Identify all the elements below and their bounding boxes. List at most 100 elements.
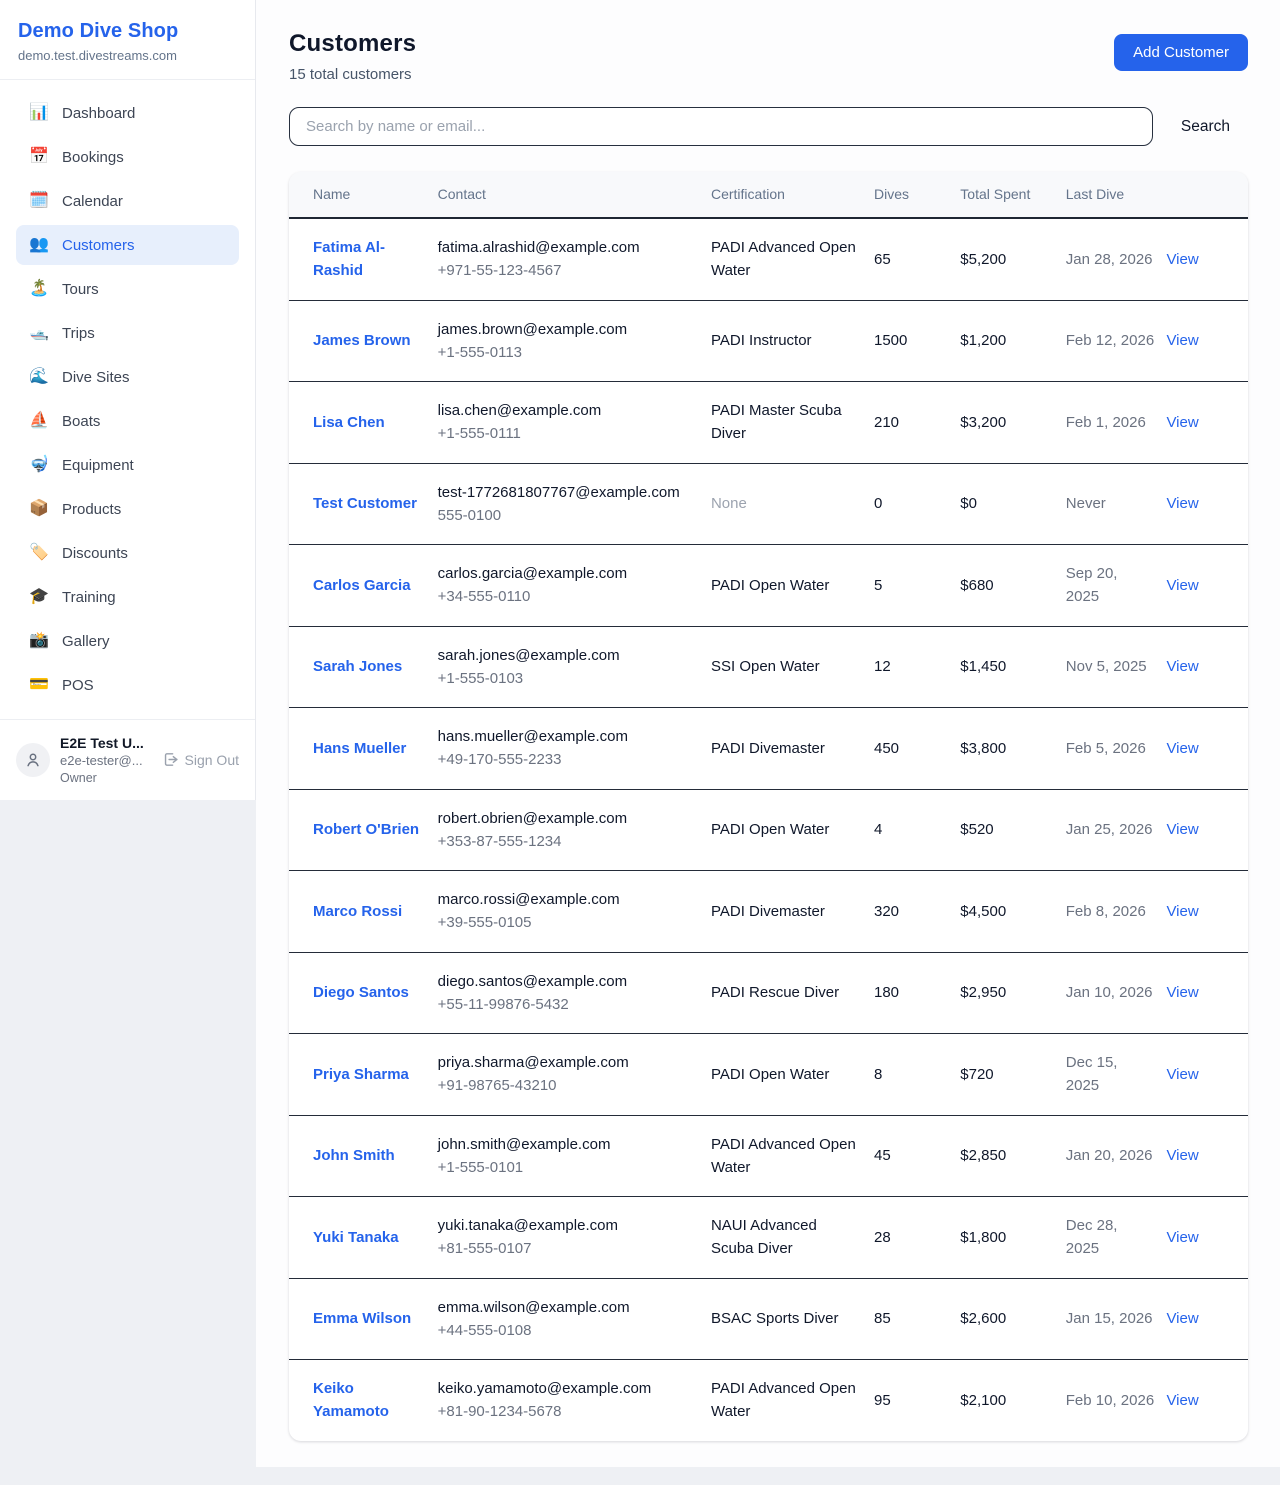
customer-phone: +39-555-0105 bbox=[438, 911, 699, 934]
sidebar-item-calendar[interactable]: 🗓️ Calendar bbox=[16, 181, 239, 221]
island-icon: 🏝️ bbox=[29, 281, 49, 297]
view-link[interactable]: View bbox=[1166, 1066, 1198, 1083]
customer-name-link[interactable]: Keiko Yamamoto bbox=[313, 1377, 426, 1424]
customer-email: test-1772681807767@example.com bbox=[438, 481, 699, 504]
customer-name-link[interactable]: Fatima Al-Rashid bbox=[313, 236, 426, 283]
customer-phone: +1-555-0101 bbox=[438, 1156, 699, 1179]
main-content: Customers 15 total customers Add Custome… bbox=[256, 0, 1280, 1441]
view-link[interactable]: View bbox=[1166, 1310, 1198, 1327]
customer-last-dive: Feb 1, 2026 bbox=[1066, 414, 1146, 431]
customer-certification: PADI Master Scuba Diver bbox=[711, 402, 842, 442]
add-customer-button[interactable]: Add Customer bbox=[1114, 34, 1248, 71]
search-button[interactable]: Search bbox=[1181, 118, 1230, 136]
table-row: Priya Sharma priya.sharma@example.com +9… bbox=[289, 1034, 1248, 1116]
sidebar-item-dive-sites[interactable]: 🌊 Dive Sites bbox=[16, 357, 239, 397]
customer-email: james.brown@example.com bbox=[438, 318, 699, 341]
customer-name-link[interactable]: Robert O'Brien bbox=[313, 818, 419, 841]
customer-dives: 45 bbox=[874, 1147, 891, 1164]
page-title: Customers bbox=[289, 30, 416, 58]
customer-certification: SSI Open Water bbox=[711, 658, 820, 675]
table-row: Test Customer test-1772681807767@example… bbox=[289, 463, 1248, 545]
view-link[interactable]: View bbox=[1166, 740, 1198, 757]
customer-dives: 85 bbox=[874, 1310, 891, 1327]
customers-table-card: NameContactCertificationDivesTotal Spent… bbox=[289, 172, 1248, 1441]
table-row: Lisa Chen lisa.chen@example.com +1-555-0… bbox=[289, 382, 1248, 464]
sidebar-nav: 📊 Dashboard 📅 Bookings 🗓️ Calendar 👥 Cus… bbox=[0, 80, 255, 719]
column-header-actions bbox=[1166, 172, 1248, 218]
customer-total-spent: $0 bbox=[960, 495, 977, 512]
sailboat-icon: ⛵ bbox=[29, 413, 49, 429]
view-link[interactable]: View bbox=[1166, 332, 1198, 349]
customer-dives: 12 bbox=[874, 658, 891, 675]
package-icon: 📦 bbox=[29, 501, 49, 517]
sidebar-item-label: Gallery bbox=[62, 633, 110, 650]
sidebar-item-discounts[interactable]: 🏷️ Discounts bbox=[16, 533, 239, 573]
sidebar-item-customers[interactable]: 👥 Customers bbox=[16, 225, 239, 265]
view-link[interactable]: View bbox=[1166, 1147, 1198, 1164]
customer-dives: 320 bbox=[874, 903, 899, 920]
user-info: E2E Test U... e2e-tester@... Owner bbox=[60, 734, 152, 786]
customer-name-link[interactable]: Test Customer bbox=[313, 492, 417, 515]
customer-last-dive: Feb 8, 2026 bbox=[1066, 903, 1146, 920]
user-role: Owner bbox=[60, 770, 152, 787]
customer-total-spent: $2,600 bbox=[960, 1310, 1006, 1327]
customer-name-link[interactable]: Priya Sharma bbox=[313, 1063, 409, 1086]
sign-out-button[interactable]: Sign Out bbox=[162, 751, 239, 768]
table-row: Diego Santos diego.santos@example.com +5… bbox=[289, 952, 1248, 1034]
customer-last-dive: Jan 25, 2026 bbox=[1066, 821, 1153, 838]
sidebar-item-label: Calendar bbox=[62, 193, 123, 210]
sidebar-item-gallery[interactable]: 📸 Gallery bbox=[16, 621, 239, 661]
view-link[interactable]: View bbox=[1166, 658, 1198, 675]
customer-email: lisa.chen@example.com bbox=[438, 399, 699, 422]
view-link[interactable]: View bbox=[1166, 414, 1198, 431]
customer-name-link[interactable]: Emma Wilson bbox=[313, 1307, 411, 1330]
person-icon bbox=[24, 751, 42, 769]
customer-name-link[interactable]: Hans Mueller bbox=[313, 737, 406, 760]
view-link[interactable]: View bbox=[1166, 251, 1198, 268]
view-link[interactable]: View bbox=[1166, 577, 1198, 594]
customer-name-link[interactable]: Diego Santos bbox=[313, 981, 409, 1004]
view-link[interactable]: View bbox=[1166, 903, 1198, 920]
view-link[interactable]: View bbox=[1166, 495, 1198, 512]
page-header: Customers 15 total customers Add Custome… bbox=[289, 30, 1248, 83]
table-row: Fatima Al-Rashid fatima.alrashid@example… bbox=[289, 218, 1248, 300]
graduation-cap-icon: 🎓 bbox=[29, 589, 49, 605]
customer-dives: 210 bbox=[874, 414, 899, 431]
customer-certification: None bbox=[711, 495, 747, 512]
customer-phone: +1-555-0111 bbox=[438, 422, 699, 445]
customer-name-link[interactable]: James Brown bbox=[313, 329, 411, 352]
customer-phone: +55-11-99876-5432 bbox=[438, 993, 699, 1016]
view-link[interactable]: View bbox=[1166, 821, 1198, 838]
customer-name-link[interactable]: Carlos Garcia bbox=[313, 574, 411, 597]
sidebar-item-products[interactable]: 📦 Products bbox=[16, 489, 239, 529]
customer-last-dive: Jan 15, 2026 bbox=[1066, 1310, 1153, 1327]
sidebar-item-trips[interactable]: 🛥️ Trips bbox=[16, 313, 239, 353]
customer-name-link[interactable]: Marco Rossi bbox=[313, 900, 402, 923]
customer-name-link[interactable]: Yuki Tanaka bbox=[313, 1226, 399, 1249]
app-window: Demo Dive Shop demo.test.divestreams.com… bbox=[0, 0, 1280, 1485]
column-header-name: Name bbox=[289, 172, 438, 218]
customer-name-link[interactable]: Lisa Chen bbox=[313, 411, 385, 434]
people-icon: 👥 bbox=[29, 237, 49, 253]
customer-certification: PADI Open Water bbox=[711, 1066, 829, 1083]
table-row: Keiko Yamamoto keiko.yamamoto@example.co… bbox=[289, 1360, 1248, 1441]
sidebar-item-bookings[interactable]: 📅 Bookings bbox=[16, 137, 239, 177]
customer-name-link[interactable]: John Smith bbox=[313, 1144, 395, 1167]
sidebar-item-label: Trips bbox=[62, 325, 95, 342]
view-link[interactable]: View bbox=[1166, 984, 1198, 1001]
sidebar-item-pos[interactable]: 💳 POS bbox=[16, 665, 239, 705]
sidebar-item-dashboard[interactable]: 📊 Dashboard bbox=[16, 93, 239, 133]
sidebar-item-tours[interactable]: 🏝️ Tours bbox=[16, 269, 239, 309]
sidebar-item-label: POS bbox=[62, 677, 94, 694]
search-input[interactable] bbox=[289, 107, 1153, 146]
view-link[interactable]: View bbox=[1166, 1392, 1198, 1409]
view-link[interactable]: View bbox=[1166, 1229, 1198, 1246]
sidebar-item-boats[interactable]: ⛵ Boats bbox=[16, 401, 239, 441]
sidebar-item-training[interactable]: 🎓 Training bbox=[16, 577, 239, 617]
table-row: Robert O'Brien robert.obrien@example.com… bbox=[289, 789, 1248, 871]
sidebar-item-equipment[interactable]: 🤿 Equipment bbox=[16, 445, 239, 485]
customer-dives: 0 bbox=[874, 495, 882, 512]
camera-icon: 📸 bbox=[29, 633, 49, 649]
customer-name-link[interactable]: Sarah Jones bbox=[313, 655, 402, 678]
column-header-dives: Dives bbox=[874, 172, 960, 218]
